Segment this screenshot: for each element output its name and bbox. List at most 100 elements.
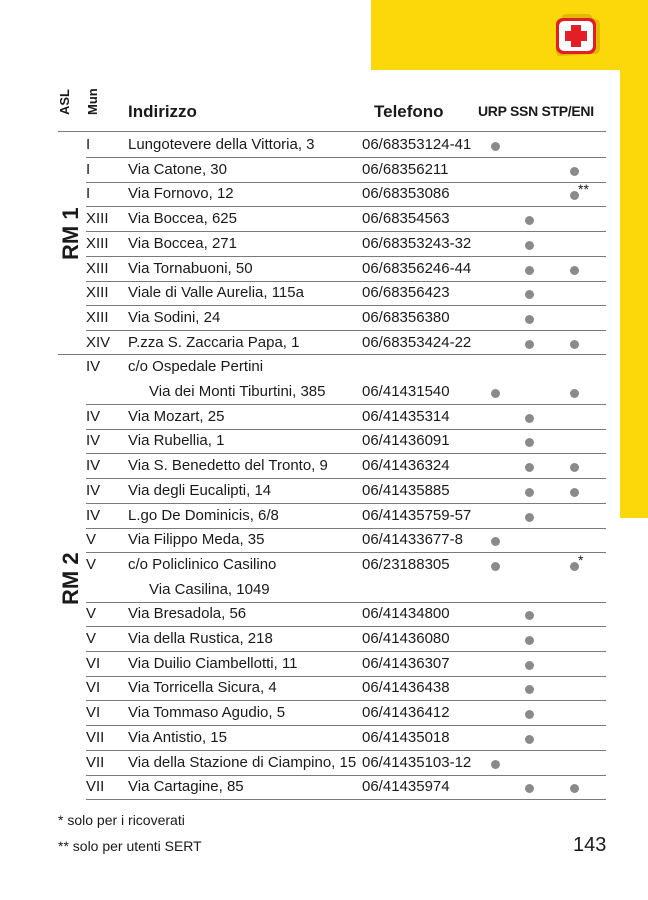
phone-cell: 06/41435018 xyxy=(362,728,450,746)
table-row: VII Via della Stazione di Ciampino, 15 06/… xyxy=(86,751,606,776)
table-row: IV c/o Ospedale Pertini xyxy=(86,355,606,379)
yellow-header-block xyxy=(371,0,648,70)
address-cell: Via Filippo Meda, 35 xyxy=(128,531,265,549)
table-row: V Via Bresadola, 56 06/41434800 xyxy=(86,602,606,628)
municipio-cell: XIV xyxy=(86,333,111,351)
urp-dot xyxy=(491,759,500,769)
address-cell: c/o Policlinico Casilino xyxy=(128,555,277,573)
stp-eni-dot xyxy=(570,265,579,275)
table-row: I Via Catone, 30 06/68356211 xyxy=(86,158,606,183)
phone-cell: 06/68353086 xyxy=(362,185,450,203)
ssn-dot xyxy=(525,512,534,522)
stp-eni-dot xyxy=(570,487,579,497)
phone-cell: 06/68356380 xyxy=(362,308,450,326)
address-cell: Via degli Eucalipti, 14 xyxy=(128,481,272,499)
ssn-dot xyxy=(525,339,534,349)
municipio-cell: VII xyxy=(86,753,105,771)
phone-cell: 06/41431540 xyxy=(362,383,450,400)
municipio-cell: VI xyxy=(86,679,101,697)
phone-cell: 06/41436080 xyxy=(362,630,450,647)
municipio-cell: IV xyxy=(86,358,101,376)
table-row: I Lungotevere della Vittoria, 3 06/6835312… xyxy=(86,133,606,158)
header-asl: ASL xyxy=(57,89,72,115)
municipio-cell: XIII xyxy=(86,259,109,277)
ssn-dot xyxy=(525,413,534,423)
phone-cell: 06/41436324 xyxy=(362,457,450,475)
urp-dot xyxy=(491,389,500,398)
ssn-dot xyxy=(525,636,534,645)
address-cell: Via Torricella Sicura, 4 xyxy=(128,679,277,697)
ssn-dot xyxy=(525,240,534,250)
ssn-dot xyxy=(525,487,534,497)
table-row: IV Via degli Eucalipti, 14 06/41435885 xyxy=(86,479,606,504)
phone-cell: 06/41435885 xyxy=(362,481,450,499)
address-cell: Via Casilina, 1049 xyxy=(149,580,270,598)
table-row: VII Via Antistio, 15 06/41435018 xyxy=(86,726,606,751)
ssn-dot xyxy=(525,784,534,794)
yellow-side-tab xyxy=(620,70,648,518)
phone-cell: 06/41435974 xyxy=(362,778,450,796)
municipio-cell: V xyxy=(86,605,97,623)
phone-cell: 06/41433677-8 xyxy=(362,531,463,549)
table-row: VII Via Cartagine, 85 06/41435974 xyxy=(86,775,606,801)
urp-dot xyxy=(491,142,500,151)
stp-eni-dot xyxy=(570,339,579,349)
address-cell: P.zza S. Zaccaria Papa, 1 xyxy=(128,333,300,351)
address-cell: Via Mozart, 25 xyxy=(128,407,225,425)
municipio-cell: XIII xyxy=(86,308,109,326)
header-mun: Mun xyxy=(85,88,100,115)
footnote-sert: ** solo per utenti SERT xyxy=(58,838,202,854)
table-row: XIII Viale di Valle Aurelia, 115a 06/68356… xyxy=(86,281,606,307)
table-row: IV Via Mozart, 25 06/41435314 xyxy=(86,405,606,430)
table-row: V Via Filippo Meda, 35 06/41433677-8 xyxy=(86,528,606,554)
table-row: Via dei Monti Tiburtini, 385 06/41431540 xyxy=(86,380,606,405)
ssn-dot xyxy=(525,611,534,621)
municipio-cell: I xyxy=(86,136,91,153)
municipio-cell: IV xyxy=(86,457,101,475)
table-row: IV L.go De Dominicis, 6/8 06/41435759-57 xyxy=(86,504,606,529)
footnote-marker: ** xyxy=(578,181,589,198)
table-row: XIII Via Boccea, 271 06/68353243-32 xyxy=(86,232,606,257)
header-divider xyxy=(58,131,606,132)
stp-eni-dot xyxy=(570,463,579,473)
municipio-cell: VI xyxy=(86,704,101,722)
asl-label-rm2: RM 2 xyxy=(58,552,83,605)
table-row: VI Via Tommaso Agudio, 5 06/41436412 xyxy=(86,701,606,727)
municipio-cell: IV xyxy=(86,432,101,450)
address-cell: Via S. Benedetto del Tronto, 9 xyxy=(128,457,328,475)
phone-cell: 06/68354563 xyxy=(362,210,450,228)
table-row: I Via Fornovo, 12 06/68353086 ** xyxy=(86,181,606,208)
address-cell: Via Tornabuoni, 50 xyxy=(128,259,253,277)
municipio-cell: V xyxy=(86,531,97,549)
phone-cell: 06/41435759-57 xyxy=(362,506,472,524)
ssn-dot xyxy=(525,290,534,300)
address-cell: Via dei Monti Tiburtini, 385 xyxy=(149,383,326,400)
municipio-cell: IV xyxy=(86,481,101,499)
table-row: XIII Via Boccea, 625 06/68354563 xyxy=(86,207,606,233)
municipio-cell: XIII xyxy=(86,210,109,228)
municipio-cell: IV xyxy=(86,506,101,524)
municipio-cell: XIII xyxy=(86,234,109,252)
address-cell: Lungotevere della Vittoria, 3 xyxy=(128,136,315,153)
address-cell: Via Boccea, 271 xyxy=(128,234,237,252)
ssn-dot xyxy=(525,685,534,695)
header-indirizzo: Indirizzo xyxy=(128,102,197,121)
ssn-dot xyxy=(525,438,534,448)
header-telefono: Telefono xyxy=(374,102,444,121)
municipio-cell: VII xyxy=(86,728,105,746)
table-row: Vc/o Policlinico Casilino 06/23188305 * xyxy=(86,552,606,577)
municipio-cell: IV xyxy=(86,407,101,425)
address-cell: Via Bresadola, 56 xyxy=(128,605,247,623)
municipio-cell: I xyxy=(86,160,91,178)
address-cell: Via Sodini, 24 xyxy=(128,308,221,326)
table-row: VI Via Torricella Sicura, 4 06/41436438 xyxy=(86,676,606,702)
address-cell: Via Boccea, 625 xyxy=(128,210,237,228)
first-aid-icon xyxy=(556,14,600,56)
table-row: XIII Via Sodini, 24 06/68356380 xyxy=(86,306,606,331)
urp-dot xyxy=(491,561,500,571)
table-row: VI Via Duilio Ciambellotti, 11 06/41436307 xyxy=(86,652,606,677)
ssn-dot xyxy=(525,734,534,744)
address-cell: Via Cartagine, 85 xyxy=(128,778,244,796)
phone-cell: 06/41435103-12 xyxy=(362,753,472,771)
table-row: IV Via Rubellia, 1 06/41436091 xyxy=(86,429,606,455)
